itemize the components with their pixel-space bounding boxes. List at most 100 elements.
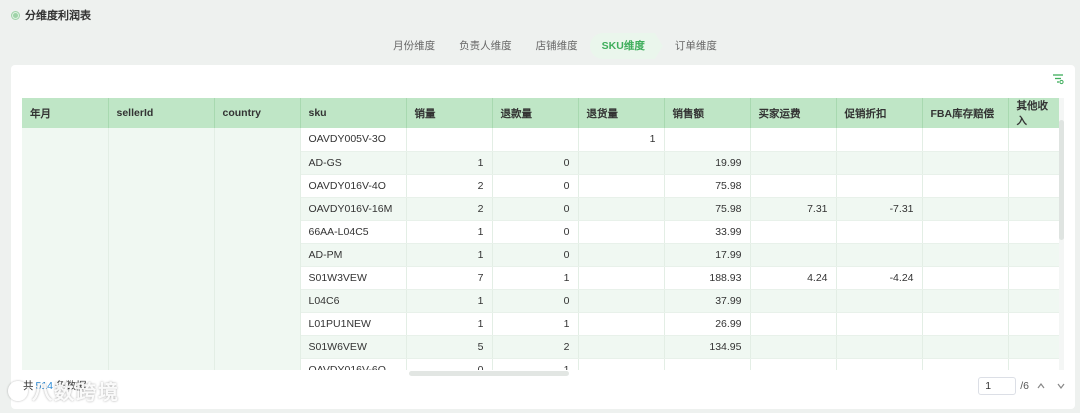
table-cell [214, 128, 301, 370]
table-cell: S01W6VEW [300, 335, 407, 359]
table-cell [836, 335, 923, 359]
table-cell: 0 [406, 358, 493, 370]
chevron-up-icon[interactable] [1033, 378, 1049, 394]
tab-order[interactable]: 订单维度 [663, 33, 729, 59]
table-cell [836, 128, 923, 152]
table-cell: 188.93 [664, 266, 751, 290]
col-header-refunds[interactable]: 退款量 [492, 98, 579, 128]
table-cell: 7.31 [750, 197, 837, 221]
table-cell [578, 312, 665, 336]
col-header-sales[interactable]: 销售额 [664, 98, 751, 128]
table-cell [922, 243, 1009, 267]
col-header-returns[interactable]: 退货量 [578, 98, 665, 128]
table-cell: 1 [406, 151, 493, 175]
col-header-sku[interactable]: sku [300, 98, 407, 128]
table-cell: 7 [406, 266, 493, 290]
tab-sku[interactable]: SKU维度 [590, 33, 663, 59]
vertical-scroll-thumb[interactable] [1059, 120, 1064, 240]
table-cell [750, 358, 837, 370]
table-cell: 0 [492, 243, 579, 267]
col-header-month[interactable]: 年月 [22, 98, 109, 128]
tab-owner[interactable]: 负责人维度 [447, 33, 524, 59]
table-row[interactable]: OAVDY005V-3O 1 [22, 128, 1064, 370]
table-cell [922, 174, 1009, 198]
table-cell [1008, 220, 1064, 244]
horizontal-scrollbar[interactable] [409, 371, 569, 376]
table-cell [836, 243, 923, 267]
dimension-tabs: 月份维度 负责人维度 店铺维度 SKU维度 订单维度 [0, 33, 1080, 59]
table-cell [578, 243, 665, 267]
table-cell [750, 289, 837, 313]
table-cell: L04C6 [300, 289, 407, 313]
page-title: 分维度利润表 [25, 10, 91, 22]
table-cell: S01W3VEW [300, 266, 407, 290]
table-cell: 1 [406, 312, 493, 336]
table-cell: 1 [406, 243, 493, 267]
table-cell [836, 358, 923, 370]
table-cell [750, 128, 837, 152]
table-cell: 1 [406, 289, 493, 313]
table-cell [1008, 358, 1064, 370]
table-cell [750, 335, 837, 359]
table-cell [836, 151, 923, 175]
table-cell: 2 [406, 197, 493, 221]
table-cell [578, 197, 665, 221]
table-cell [1008, 266, 1064, 290]
table-cell: AD-PM [300, 243, 407, 267]
table-cell: 75.98 [664, 197, 751, 221]
title-dot-icon [12, 11, 19, 19]
table-cell: 33.99 [664, 220, 751, 244]
table-cell [578, 335, 665, 359]
table-cell [836, 289, 923, 313]
table-cell [578, 266, 665, 290]
pagination: /6 [978, 377, 1069, 395]
table-cell: OAVDY016V-6O [300, 358, 407, 370]
filter-settings-icon[interactable] [1051, 72, 1065, 86]
col-header-fba-compensation[interactable]: FBA库存赔偿 [922, 98, 1009, 128]
table-cell: 1 [578, 128, 665, 152]
table-cell [1008, 151, 1064, 175]
vertical-scrollbar[interactable] [1059, 98, 1064, 370]
table-cell [578, 358, 665, 370]
col-header-units[interactable]: 销量 [406, 98, 493, 128]
total-pages: /6 [1020, 380, 1029, 392]
table-cell: 4.24 [750, 266, 837, 290]
table-cell: OAVDY005V-3O [300, 128, 407, 152]
col-header-promo-discount[interactable]: 促销折扣 [836, 98, 923, 128]
table-cell [836, 220, 923, 244]
table-cell: 1 [492, 312, 579, 336]
col-header-country[interactable]: country [214, 98, 301, 128]
filter-settings-icon-svg [1053, 74, 1064, 85]
table-cell [22, 128, 109, 370]
table-cell: 0 [492, 174, 579, 198]
table-cell [108, 128, 215, 370]
table-cell: 1 [492, 266, 579, 290]
col-header-seller-id[interactable]: sellerId [108, 98, 215, 128]
table-cell: OAVDY016V-16M [300, 197, 407, 221]
tab-month[interactable]: 月份维度 [381, 33, 447, 59]
table-cell [922, 128, 1009, 152]
table-cell [836, 174, 923, 198]
table-body: OAVDY005V-3O 1 AD-GS 1 0 19.99 OAVDY016V-4O 2 0 7… [22, 128, 1064, 370]
table-cell: 5 [406, 335, 493, 359]
col-header-other-income[interactable]: 其他收入 [1008, 98, 1064, 128]
tab-store[interactable]: 店铺维度 [524, 33, 590, 59]
table-cell: 17.99 [664, 243, 751, 267]
total-count-label: 共 514 条数据 [23, 378, 87, 393]
table-cell [1008, 312, 1064, 336]
total-suffix: 条数据 [55, 380, 87, 392]
table-cell: 0 [492, 220, 579, 244]
col-header-buyer-shipping[interactable]: 买家运费 [750, 98, 837, 128]
table-cell [922, 220, 1009, 244]
chevron-down-icon[interactable] [1053, 378, 1069, 394]
table-cell [1008, 289, 1064, 313]
data-table: 年月 sellerId country sku 销量 退款量 退货量 销售额 买… [22, 98, 1064, 370]
table-cell [1008, 174, 1064, 198]
table-cell: 2 [406, 174, 493, 198]
table-cell [922, 312, 1009, 336]
page-number-input[interactable] [978, 377, 1017, 395]
data-table-container[interactable]: 年月 sellerId country sku 销量 退款量 退货量 销售额 买… [22, 98, 1064, 370]
table-cell [492, 128, 579, 152]
table-cell [578, 289, 665, 313]
table-cell: 75.98 [664, 174, 751, 198]
